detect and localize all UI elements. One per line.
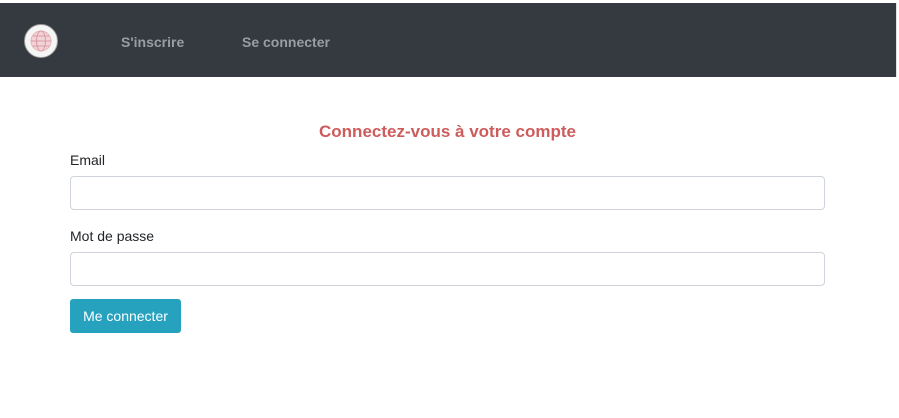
logo[interactable] (24, 24, 58, 58)
password-field[interactable] (70, 252, 825, 286)
nav-link-login[interactable]: Se connecter (242, 32, 330, 52)
page-title: Connectez-vous à votre compte (319, 122, 576, 141)
login-button[interactable]: Me connecter (70, 299, 181, 333)
email-label: Email (70, 152, 106, 168)
email-field[interactable] (70, 176, 825, 210)
nav-link-register[interactable]: S'inscrire (121, 32, 184, 52)
top-navbar: S'inscrire Se connecter (0, 3, 897, 77)
globe-icon (30, 30, 52, 52)
password-label: Mot de passe (70, 228, 155, 244)
